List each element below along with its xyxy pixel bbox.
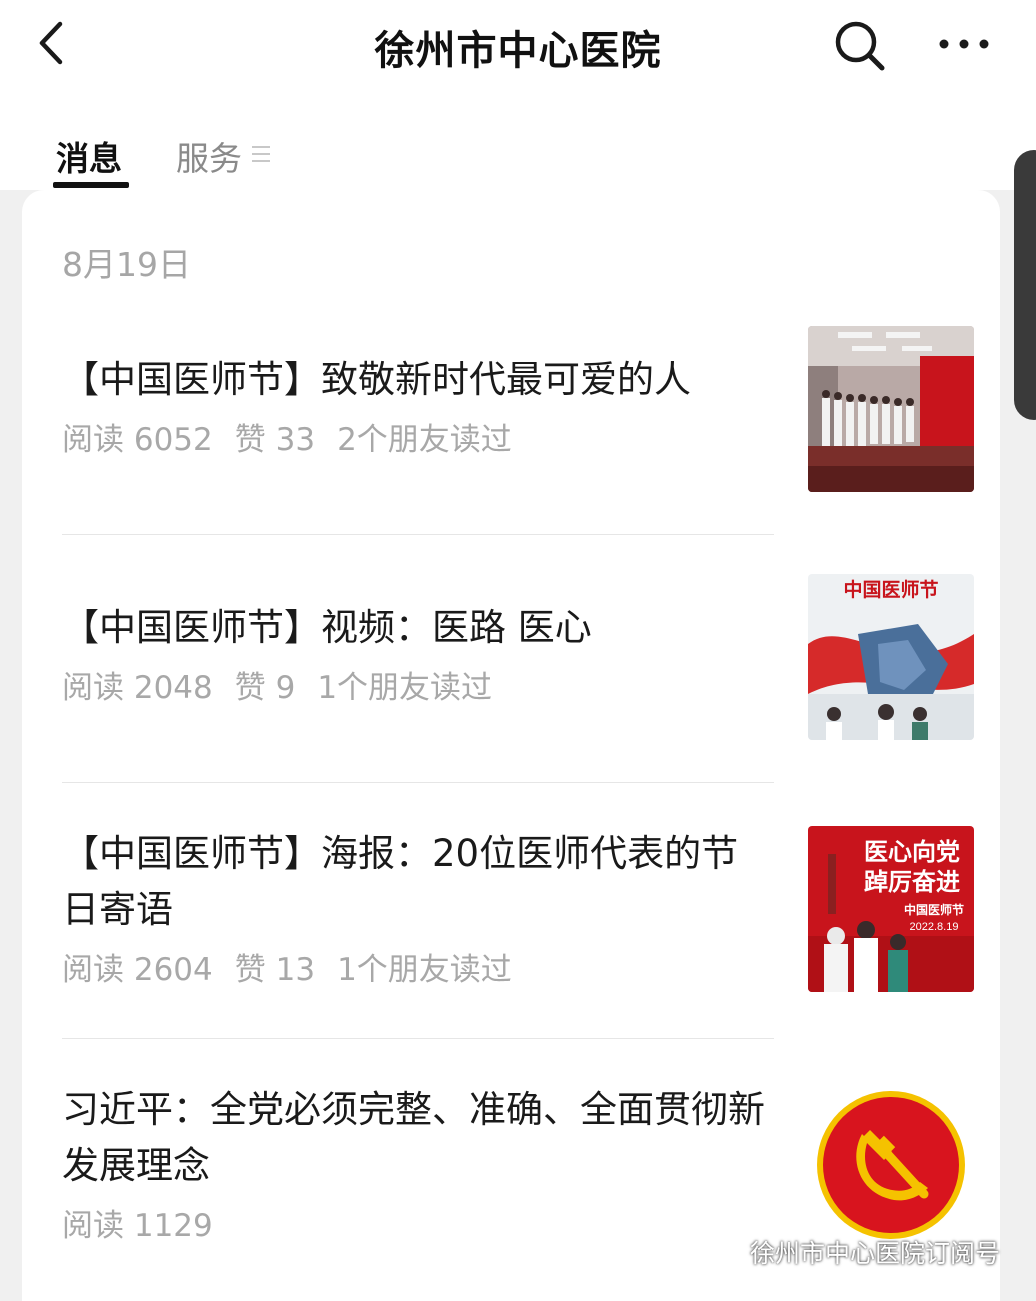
- like-count: 赞 9: [234, 670, 296, 706]
- hospital-hall-photo: [808, 326, 974, 492]
- party-emblem: [808, 1082, 974, 1248]
- article-meta: 阅读 2048 赞 9 1个朋友读过: [62, 662, 774, 707]
- menu-icon[interactable]: [252, 146, 270, 166]
- article-item[interactable]: 【中国医师节】视频：医路 医心 阅读 2048 赞 9 1个朋友读过: [62, 600, 774, 707]
- friends-read: 1个朋友读过: [317, 670, 493, 706]
- read-count: 阅读 6052: [62, 422, 213, 458]
- search-icon[interactable]: [832, 18, 886, 72]
- account-watermark: 徐州市中心医院订阅号: [704, 1234, 1000, 1272]
- tab-messages[interactable]: 消息: [56, 132, 122, 180]
- read-count: 阅读 2048: [62, 670, 213, 706]
- article-thumbnail[interactable]: 中国医师节: [808, 574, 974, 740]
- article-title: 习近平：全党必须完整、准确、全面贯彻新发展理念: [62, 1088, 765, 1187]
- read-count: 阅读 2604: [62, 952, 213, 988]
- wechat-icon: [704, 1238, 744, 1272]
- article-item[interactable]: 【中国医师节】海报：20位医师代表的节日寄语 阅读 2604 赞 13 1个朋友读过: [62, 826, 774, 989]
- illustration-title: 中国医师节: [843, 578, 938, 601]
- article-thumbnail[interactable]: [808, 1082, 974, 1248]
- friends-read: 2个朋友读过: [337, 422, 512, 458]
- like-count: 赞 33: [234, 422, 316, 458]
- more-icon[interactable]: [936, 26, 992, 62]
- doctor-day-poster: 医心向党 踔厉奋进 中国医师节 2022.8.19: [808, 826, 974, 992]
- poster-line-1: 医心向党: [864, 838, 960, 866]
- article-title: 【中国医师节】致敬新时代最可爱的人: [62, 358, 691, 401]
- watermark-text: 徐州市中心医院订阅号: [750, 1239, 1001, 1268]
- article-thumbnail[interactable]: [808, 326, 974, 492]
- list-divider: [62, 782, 774, 783]
- article-thumbnail[interactable]: 医心向党 踔厉奋进 中国医师节 2022.8.19: [808, 826, 974, 992]
- poster-date: 2022.8.19: [910, 921, 959, 933]
- tab-services[interactable]: 服务: [176, 132, 242, 180]
- doctor-day-illustration: 中国医师节: [808, 574, 974, 740]
- like-count: 赞 13: [234, 952, 316, 988]
- list-divider: [62, 1038, 774, 1039]
- article-title: 【中国医师节】视频：医路 医心: [62, 606, 592, 649]
- article-item[interactable]: 【中国医师节】致敬新时代最可爱的人 阅读 6052 赞 33 2个朋友读过: [62, 352, 774, 459]
- date-label: 8月19日: [62, 245, 191, 284]
- read-count: 阅读 1129: [62, 1208, 213, 1244]
- poster-line-2: 踔厉奋进: [864, 869, 960, 896]
- friends-read: 1个朋友读过: [337, 952, 512, 988]
- article-item[interactable]: 习近平：全党必须完整、准确、全面贯彻新发展理念 阅读 1129: [62, 1082, 774, 1245]
- article-meta: 阅读 2604 赞 13 1个朋友读过: [62, 944, 774, 989]
- poster-subtitle: 中国医师节: [904, 902, 964, 917]
- list-divider: [62, 534, 774, 535]
- article-meta: 阅读 6052 赞 33 2个朋友读过: [62, 414, 774, 459]
- article-title: 【中国医师节】海报：20位医师代表的节日寄语: [62, 832, 739, 931]
- side-drawer-handle[interactable]: [1014, 150, 1036, 420]
- active-tab-indicator: [53, 182, 129, 188]
- article-meta: 阅读 1129: [62, 1200, 774, 1245]
